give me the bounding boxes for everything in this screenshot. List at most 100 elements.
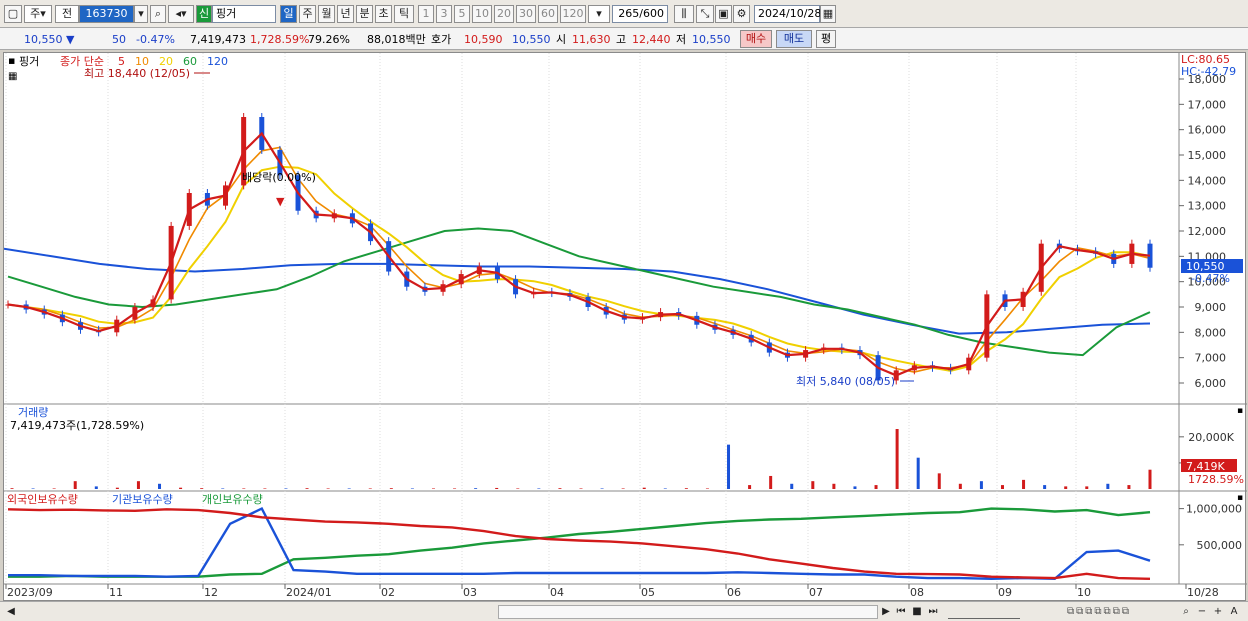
volume-close-icon[interactable]: ▪	[1237, 406, 1243, 416]
volume-bar	[537, 488, 541, 489]
low-annotation: 최저 5,840 (08/05)	[796, 375, 895, 388]
chart-scrollbar[interactable]: ◀ ▶ ⏮ ■ ⏭ ⧉⧉⧉⧉⧉⧉⧉ ⌕ − + A	[0, 601, 1248, 621]
calendar-icon[interactable]: ▦	[820, 5, 836, 23]
interval-1[interactable]: 1	[418, 5, 434, 23]
window-icon[interactable]: ▢	[4, 5, 22, 23]
x-tick-label: 07	[809, 586, 823, 599]
eval-button[interactable]: 평	[816, 30, 836, 48]
x-tick-label: 2024/01	[286, 586, 332, 599]
scroll-right-icon[interactable]: ▶	[880, 605, 892, 619]
date-field[interactable]: 2024/10/28	[754, 5, 821, 23]
tab-day[interactable]: 일	[280, 5, 297, 23]
interval-10[interactable]: 10	[472, 5, 492, 23]
volume-bar	[916, 457, 920, 489]
tool-icons[interactable]: ⧉⧉⧉⧉⧉⧉⧉	[1024, 605, 1174, 619]
ma5-line	[7, 131, 1151, 377]
volume-bar	[811, 481, 815, 489]
amount-value: 88,018백만	[367, 33, 426, 46]
chart-menu-icon[interactable]: ▪	[8, 54, 15, 67]
x-tick-label: 02	[381, 586, 395, 599]
scroll-thumb[interactable]	[498, 605, 878, 619]
trade-amount: 88,018백만	[367, 32, 426, 47]
volume-bar	[94, 486, 98, 489]
interval-120[interactable]: 120	[560, 5, 586, 23]
grid-toggle-icon[interactable]: ▦	[8, 71, 17, 82]
open-value-text: 11,630	[572, 33, 611, 46]
volume-bar	[242, 488, 246, 489]
interval-3[interactable]: 3	[436, 5, 452, 23]
volume-bar	[221, 488, 225, 489]
interval-60[interactable]: 60	[538, 5, 558, 23]
high-value-text: 12,440	[632, 33, 671, 46]
scroll-left-icon[interactable]: ◀	[4, 605, 18, 619]
sell-button[interactable]: 매도	[776, 30, 812, 48]
market-select[interactable]: 주▾	[24, 5, 52, 23]
foreign-holdings-line	[7, 508, 1151, 580]
y-tick-label: 15,000	[1188, 149, 1227, 162]
zoom-in-button[interactable]: +	[1212, 605, 1224, 619]
volume-bar	[52, 488, 56, 489]
save-icon[interactable]: ▣	[715, 5, 732, 23]
ref-select[interactable]: 전	[55, 5, 79, 23]
chart-canvas[interactable]: 18,00017,00016,00015,00014,00013,00012,0…	[3, 53, 1247, 602]
rewind-icon[interactable]: ⏮	[894, 605, 908, 619]
interval-30[interactable]: 30	[516, 5, 536, 23]
code-value: 163730	[85, 7, 128, 20]
search-icon[interactable]: ⌕	[150, 5, 166, 23]
tab-year[interactable]: 년	[337, 5, 354, 23]
code-input[interactable]: 163730	[79, 5, 134, 23]
volume-bar	[368, 488, 372, 489]
volume-bar	[727, 444, 731, 489]
zoom-search-icon[interactable]: ⌕	[1180, 605, 1192, 619]
volume-bar	[347, 488, 351, 489]
y-tick-label: 7,000	[1195, 352, 1227, 365]
interval-dropdown[interactable]: ▾	[588, 5, 610, 23]
volume-title: 거래량	[18, 406, 48, 419]
count-field[interactable]: 265/600	[612, 5, 668, 23]
zoom-out-button[interactable]: −	[1196, 605, 1208, 619]
volume-bar	[389, 488, 393, 489]
interval-5-label: 5	[458, 7, 466, 20]
tab-week[interactable]: 주	[299, 5, 316, 23]
volume-bar	[200, 488, 204, 489]
tab-month[interactable]: 월	[318, 5, 335, 23]
volume-bar	[979, 481, 983, 489]
x-tick-label: 10/28	[1187, 586, 1219, 599]
interval-20[interactable]: 20	[494, 5, 514, 23]
tab-minute[interactable]: 분	[356, 5, 373, 23]
chart-panel[interactable]: 18,000 17,000 16,000 15,000 14,000 13,000 12,0…	[3, 52, 1247, 602]
volume-bar	[874, 485, 878, 489]
volume-bar	[179, 487, 183, 489]
buy-label: 매수	[745, 32, 767, 45]
high-value: 12,440	[632, 32, 671, 47]
eval-label: 평	[820, 32, 832, 45]
interval-5[interactable]: 5	[454, 5, 470, 23]
forward-icon[interactable]: ⏭	[926, 605, 940, 619]
high-annotation: 최고 18,440 (12/05)	[84, 67, 190, 80]
volume-bar	[1127, 485, 1131, 489]
tab-tick[interactable]: 틱	[394, 5, 414, 23]
stock-name-field[interactable]: 핑거	[212, 5, 276, 23]
draw-icon[interactable]: ⤡	[696, 5, 714, 23]
x-tick-label: 12	[204, 586, 218, 599]
ask-value-text: 10,550	[512, 33, 551, 46]
speaker-icon[interactable]: ◂▾	[168, 5, 194, 23]
settings-gear-icon[interactable]: ⚙	[733, 5, 750, 23]
price-value: 10,550	[24, 33, 63, 46]
zoom-slider[interactable]	[948, 605, 1020, 619]
tab-second[interactable]: 초	[375, 5, 392, 23]
volume: 7,419,473	[190, 32, 246, 47]
buy-button[interactable]: 매수	[740, 30, 772, 48]
volume-bar	[1106, 483, 1110, 489]
price-y-axis: 18,00017,00016,00015,00014,00013,00012,0…	[1179, 73, 1226, 390]
auto-scale-button[interactable]: A	[1228, 605, 1240, 619]
candle-icon[interactable]: ⫼	[674, 5, 694, 23]
stop-icon[interactable]: ■	[910, 605, 924, 619]
volume-bar	[453, 488, 457, 489]
code-dropdown-icon[interactable]: ▾	[134, 5, 148, 23]
open-value: 11,630	[572, 32, 611, 47]
bid-label-text: 호가	[431, 33, 452, 46]
y-tick-label: 12,000	[1188, 225, 1227, 238]
x-tick-label: 11	[109, 586, 123, 599]
holdings-close-icon[interactable]: ▪	[1237, 493, 1243, 503]
